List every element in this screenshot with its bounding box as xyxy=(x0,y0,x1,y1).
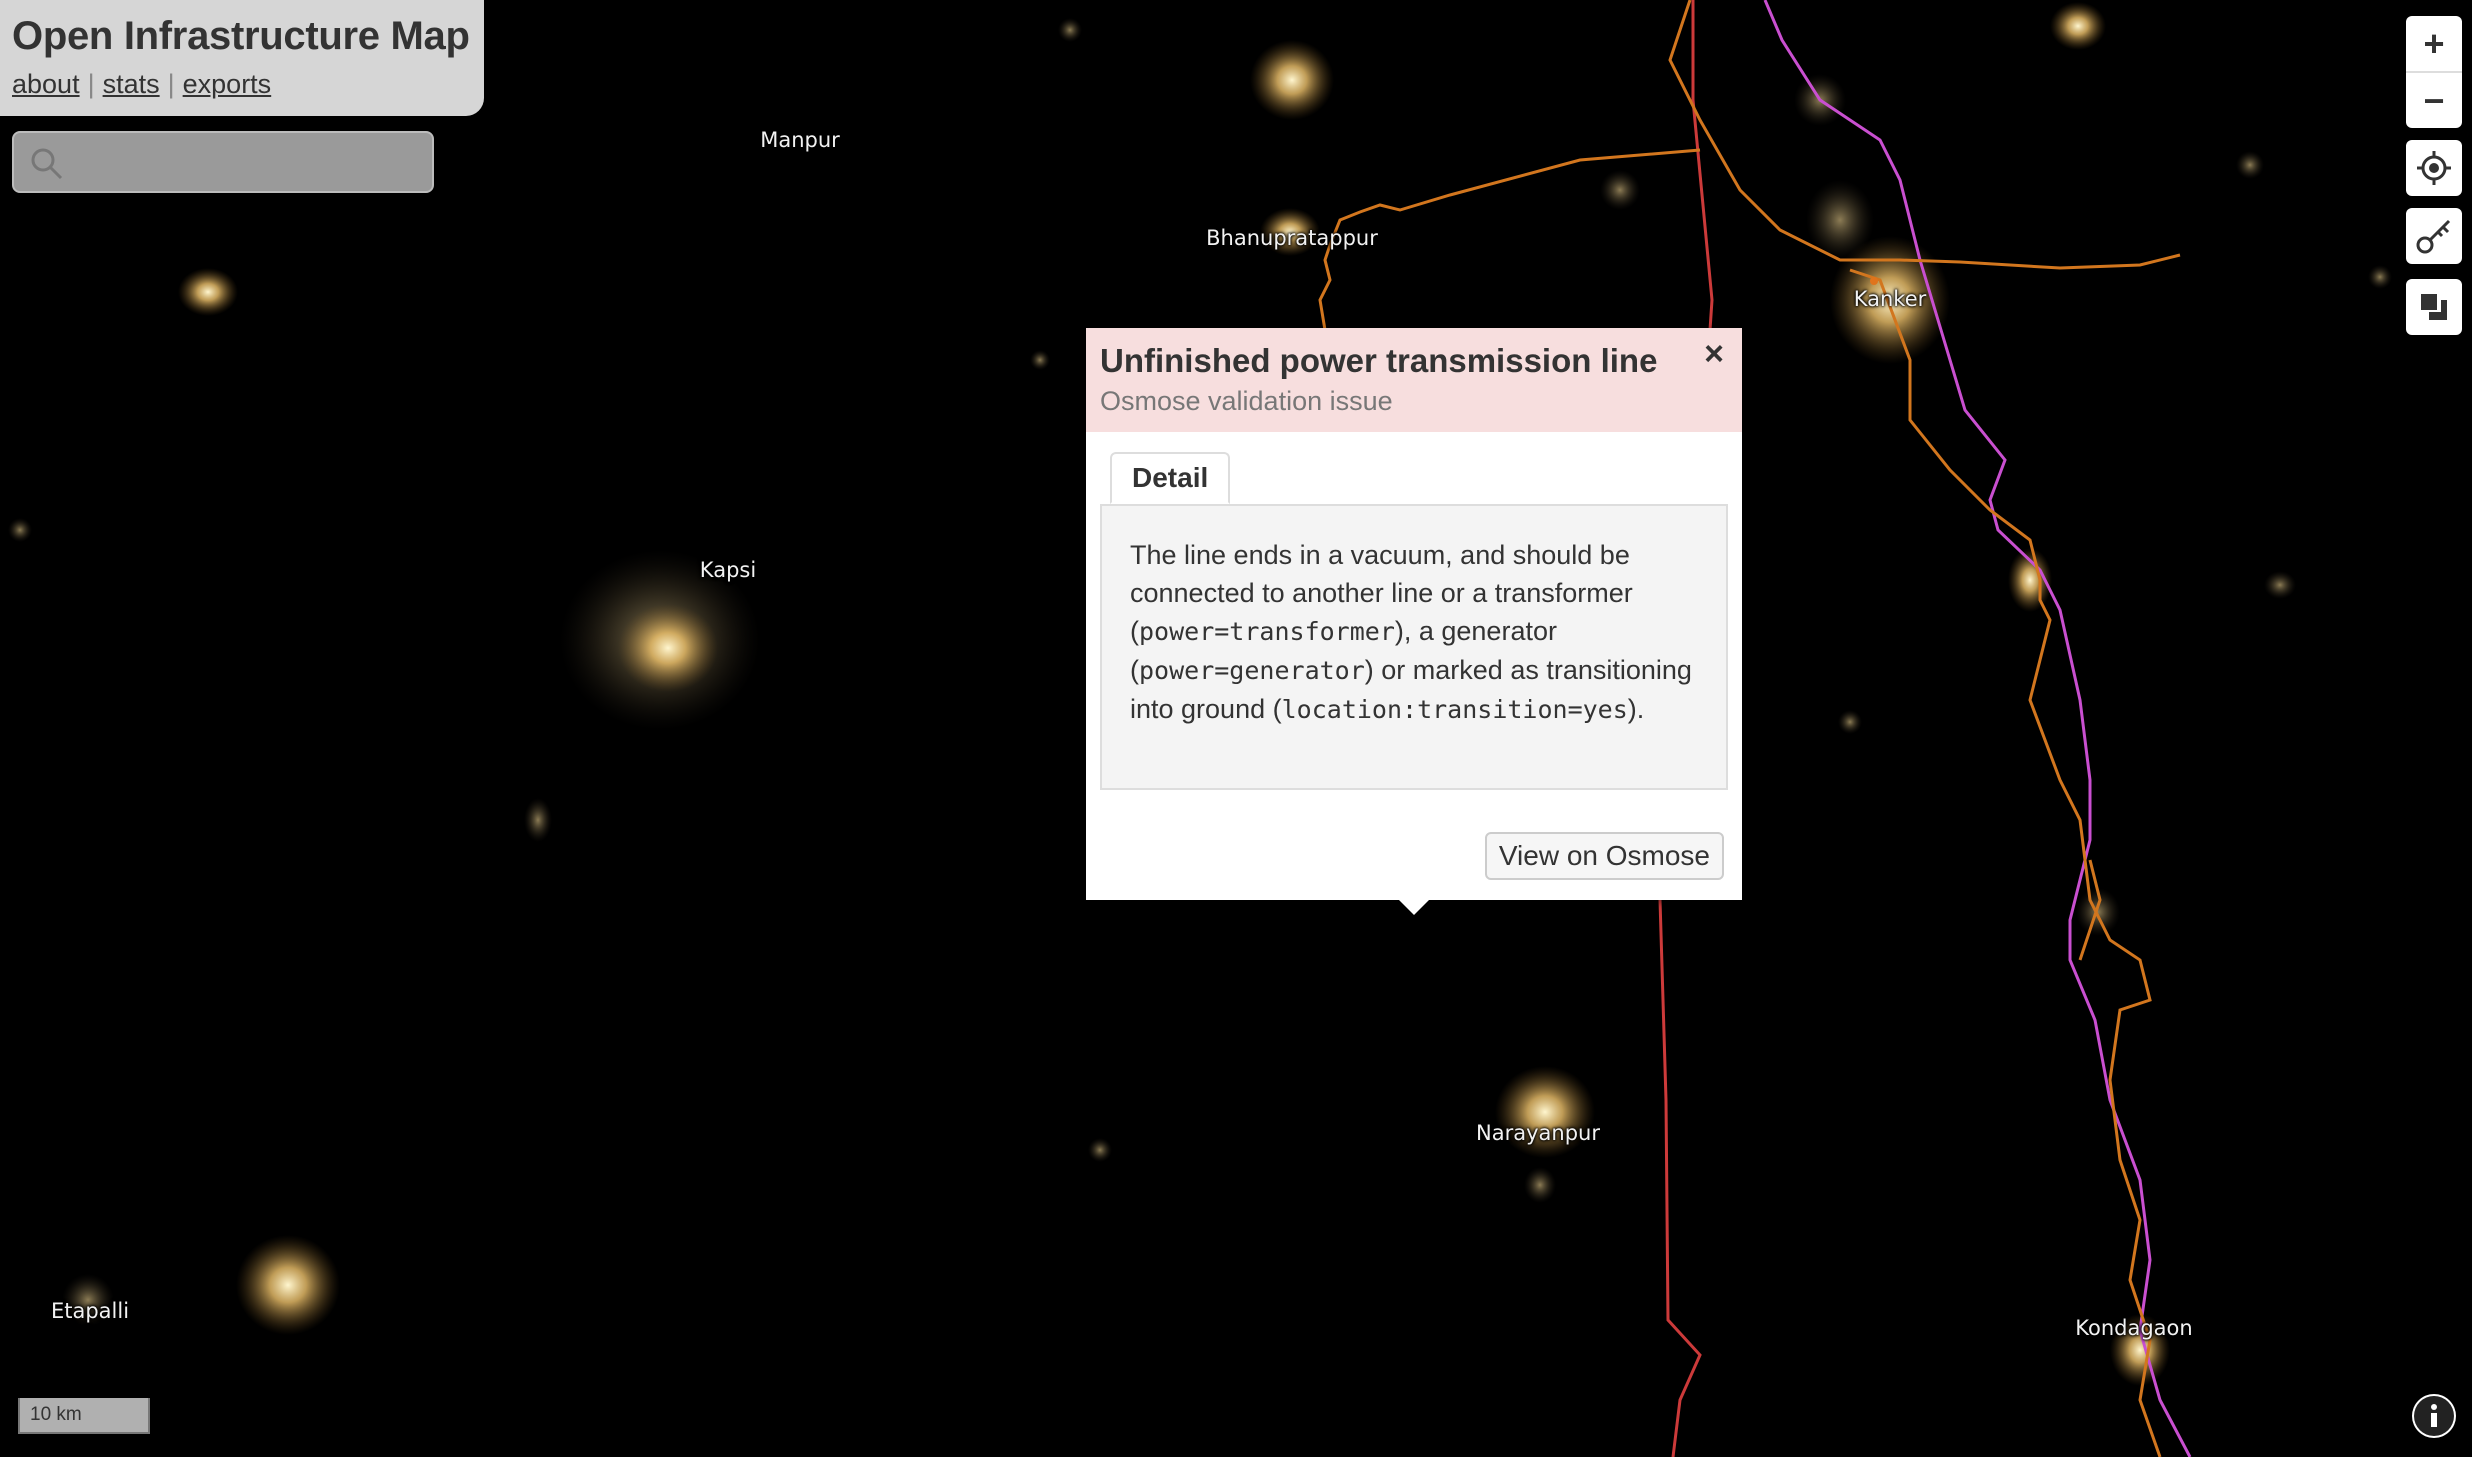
geolocate-icon xyxy=(2417,151,2451,185)
key-icon xyxy=(2416,219,2451,254)
zoom-control: + − xyxy=(2406,16,2462,128)
place-label-narayanpur: Narayanpur xyxy=(1476,1121,1600,1145)
map-marker-dot[interactable] xyxy=(1870,277,1878,285)
legend-key-button[interactable] xyxy=(2406,208,2462,264)
popup-title: Unfinished power transmission line xyxy=(1100,342,1658,379)
place-label-etapalli: Etapalli xyxy=(50,1299,130,1323)
detail-code-transition: location:transition=yes xyxy=(1281,695,1628,724)
tab-detail[interactable]: Detail xyxy=(1110,452,1231,504)
popup-close-button[interactable]: × xyxy=(1698,335,1730,373)
place-label-kondagaon: Kondagaon xyxy=(2075,1316,2193,1340)
detail-code-transformer: power=transformer xyxy=(1139,617,1395,646)
about-link[interactable]: about xyxy=(12,69,80,99)
popup-tabs: Detail xyxy=(1100,432,1728,506)
exports-link[interactable]: exports xyxy=(183,69,272,99)
place-label-kapsi: Kapsi xyxy=(699,558,757,582)
layers-button[interactable] xyxy=(2406,279,2462,335)
place-label-manpur: Manpur xyxy=(760,128,840,152)
scale-bar: 10 km xyxy=(18,1398,150,1434)
detail-code-generator: power=generator xyxy=(1139,656,1365,685)
place-label-bhanupratappur: Bhanupratappur xyxy=(1206,226,1378,250)
layers-icon xyxy=(2421,294,2447,320)
title-panel: Open Infrastructure Map about | stats | expo… xyxy=(0,0,484,116)
popup-tip xyxy=(1398,899,1430,915)
geolocate-button[interactable] xyxy=(2406,140,2462,196)
issue-popup: Unfinished power transmission line Osmos… xyxy=(1086,328,1742,900)
popup-subtitle: Osmose validation issue xyxy=(1100,386,1393,416)
app-title: Open Infrastructure Map xyxy=(12,14,470,58)
search-input[interactable] xyxy=(74,141,418,183)
zoom-out-button[interactable]: − xyxy=(2406,73,2462,128)
detail-text-4: ). xyxy=(1627,694,1645,724)
attribution-info-button[interactable] xyxy=(2412,1394,2456,1438)
link-separator: | xyxy=(167,69,175,99)
search-box[interactable] xyxy=(12,131,434,193)
issue-detail-text: The line ends in a vacuum, and should be… xyxy=(1100,506,1728,790)
info-icon xyxy=(2414,1396,2454,1436)
place-label-kanker: Kanker xyxy=(1853,287,1927,311)
search-icon xyxy=(31,148,63,180)
link-separator: | xyxy=(87,69,95,99)
header-links: about | stats | exports xyxy=(12,69,472,100)
view-on-osmose-button[interactable]: View on Osmose xyxy=(1484,832,1724,880)
zoom-in-button[interactable]: + xyxy=(2406,16,2462,71)
stats-link[interactable]: stats xyxy=(103,69,160,99)
popup-header: Unfinished power transmission line Osmos… xyxy=(1086,328,1742,432)
